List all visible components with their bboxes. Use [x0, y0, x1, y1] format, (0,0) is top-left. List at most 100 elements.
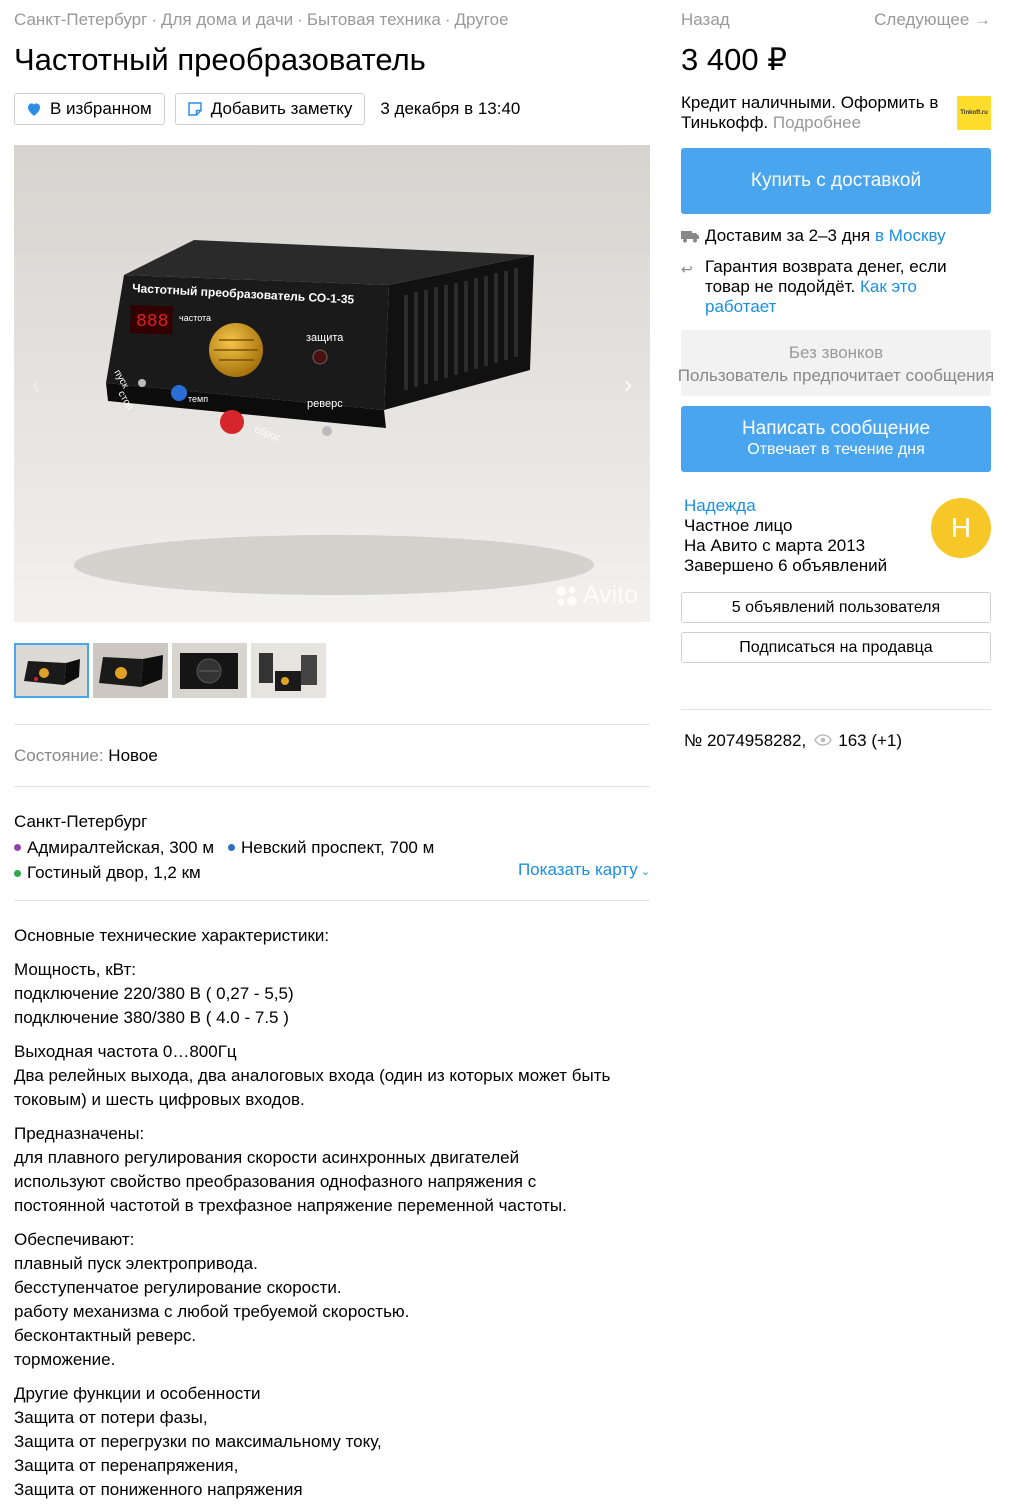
metro-dot-icon — [14, 869, 21, 877]
divider — [14, 900, 650, 901]
description-line: Защита от пониженного напряжения — [14, 1480, 303, 1499]
write-message-button[interactable]: Написать сообщение Отвечает в течение дн… — [681, 406, 991, 472]
heart-icon — [25, 100, 43, 118]
thumbnail-2[interactable] — [93, 643, 168, 698]
gallery-prev-arrow[interactable]: ‹ — [26, 364, 46, 404]
truck-icon — [681, 226, 705, 248]
description-line: для плавного регулирования скорости асин… — [14, 1148, 520, 1167]
breadcrumb-home[interactable]: Для дома и дачи — [161, 10, 293, 29]
response-time: Отвечает в течение дня — [747, 441, 925, 458]
thumbnail-4[interactable] — [251, 643, 326, 698]
description-line: работу механизма с любой требуемой скоро… — [14, 1302, 410, 1321]
item-number: № 2074958282, — [684, 731, 807, 750]
back-link[interactable]: Назад — [681, 10, 730, 29]
credit-more-link[interactable]: Подробнее — [773, 113, 861, 132]
description-line: постоянной частотой в трехфазное напряже… — [14, 1196, 567, 1215]
condition-row: Состояние: Новое — [14, 746, 158, 766]
favorite-label: В избранном — [50, 99, 152, 118]
photo-gallery[interactable]: Частотный преобразователь СО-1-35 888 ча… — [14, 145, 650, 622]
write-message-label: Написать сообщение — [741, 418, 931, 439]
divider — [14, 786, 650, 787]
thumbnail-3[interactable] — [172, 643, 247, 698]
condition-value: Новое — [108, 746, 158, 765]
show-map-label: Показать карту — [517, 860, 638, 879]
metro-dot-icon — [14, 844, 21, 851]
user-ads-button[interactable]: 5 объявлений пользователя — [681, 592, 991, 623]
description-line: Защита от перегрузки по максимальному то… — [14, 1432, 382, 1451]
description-line: токовым) и шесть цифровых входов. — [14, 1090, 305, 1109]
no-calls-notice: Без звонков Пользователь предпочитает со… — [678, 330, 994, 396]
breadcrumb: Санкт-Петербург · Для дома и дачи · Бытовая … — [14, 10, 509, 29]
metro-name: Гостиный двор, 1,2 км — [27, 863, 201, 882]
description-line: Два релейных выхода, два аналоговых вход… — [14, 1066, 611, 1085]
label-temp: темп — [188, 394, 208, 404]
watermark-text: Avito — [582, 581, 638, 609]
label-protect: защита — [306, 332, 344, 344]
no-calls-title: Без звонков — [788, 343, 884, 362]
avito-watermark: Avito — [553, 581, 638, 610]
no-calls-subtitle: Пользователь предпочитает сообщения — [677, 366, 995, 385]
description-line: Предназначены: — [14, 1124, 145, 1143]
description-paragraph: Обеспечивают: плавный пуск электропривода… — [14, 1228, 650, 1372]
description-line: Мощность, кВт: — [14, 960, 136, 979]
avatar[interactable]: Н — [931, 498, 991, 558]
tinkoff-logo[interactable]: Tinkoff.ru — [957, 96, 991, 130]
description-line: бесконтактный реверс. — [14, 1326, 197, 1345]
display-digits: 888 — [136, 312, 168, 332]
divider — [14, 724, 650, 725]
item-description: Основные технические характеристики: Мощн… — [14, 924, 650, 1512]
breadcrumb-city[interactable]: Санкт-Петербург — [14, 10, 147, 29]
page-title: Частотный преобразователь — [14, 42, 426, 77]
price: 3 400 ₽ — [681, 42, 787, 77]
description-line: Другие функции и особенности — [14, 1384, 261, 1403]
description-line: торможение. — [14, 1350, 116, 1369]
publish-date: 3 декабря в 13:40 — [380, 99, 521, 118]
item-actions: В избранном Добавить заметку 3 декабря в… — [14, 93, 520, 125]
add-note-button[interactable]: Добавить заметку — [174, 93, 366, 125]
description-line: подключение 220/380 В ( 0,27 - 5,5) — [14, 984, 294, 1003]
views-count: 163 (+1) — [838, 731, 903, 750]
description-paragraph: Другие функции и особенности Защита от по… — [14, 1382, 650, 1502]
breadcrumb-other[interactable]: Другое — [455, 10, 509, 29]
thumbnail-1[interactable] — [14, 643, 89, 698]
metro-station: Невский проспект, 700 м — [228, 836, 434, 860]
favorite-button[interactable]: В избранном — [14, 93, 165, 125]
metro-station: Адмиралтейская, 300 м — [14, 836, 214, 860]
description-line: подключение 380/380 В ( 4.0 - 7.5 ) — [14, 1008, 289, 1027]
description-line: плавный пуск электропривода. — [14, 1254, 258, 1273]
description-line: Защита от потери фазы, — [14, 1408, 208, 1427]
subscribe-seller-button[interactable]: Подписаться на продавца — [681, 632, 991, 663]
add-note-label: Добавить заметку — [210, 99, 353, 118]
metro-name: Адмиралтейская, 300 м — [27, 837, 215, 857]
avito-logo-icon — [555, 585, 577, 606]
metro-dot-icon — [228, 844, 236, 851]
metro-name: Невский проспект, 700 м — [241, 837, 435, 857]
buy-with-delivery-button[interactable]: Купить с доставкой — [681, 148, 991, 214]
metro-station: Гостиный двор, 1,2 км — [14, 861, 201, 885]
return-arrow-icon: ↩ — [681, 261, 693, 277]
delivery-city-link[interactable]: в Москву — [875, 226, 946, 245]
label-freq: частота — [179, 313, 211, 323]
description-paragraph: Предназначены: для плавного регулирования… — [14, 1122, 650, 1218]
description-line: Обеспечивают: — [14, 1230, 135, 1249]
show-map-link[interactable]: Показать карту ⌄ — [518, 858, 650, 884]
eye-icon — [814, 731, 833, 751]
city: Санкт-Петербург — [14, 812, 148, 831]
condition-label: Состояние: — [14, 746, 104, 765]
product-photo: Частотный преобразователь СО-1-35 888 ча… — [14, 145, 650, 622]
location-block: Санкт-Петербург Адмиралтейская, 300 м Нев… — [14, 810, 650, 885]
credit-offer: Кредит наличными. Оформить в Тинькофф. П… — [681, 93, 951, 133]
delivery-info: Доставим за 2–3 дня в Москву ↩ Гарантия … — [681, 226, 991, 326]
description-line: Выходная частота 0…800Гц — [14, 1042, 237, 1061]
description-line: Основные технические характеристики: — [14, 926, 330, 945]
breadcrumb-appliances[interactable]: Бытовая техника — [307, 10, 441, 29]
divider — [681, 709, 991, 710]
item-meta: № 2074958282, 163 (+1) — [684, 731, 902, 751]
description-line: используют свойство преобразования одноф… — [14, 1172, 537, 1191]
description-paragraph: Основные технические характеристики: — [14, 924, 650, 948]
description-paragraph: Мощность, кВт: подключение 220/380 В ( 0,… — [14, 958, 650, 1030]
gallery-next-arrow[interactable]: › — [618, 364, 638, 404]
note-icon — [186, 100, 204, 118]
label-reverse: реверс — [307, 398, 343, 410]
next-link[interactable]: Следующее → — [874, 10, 991, 30]
